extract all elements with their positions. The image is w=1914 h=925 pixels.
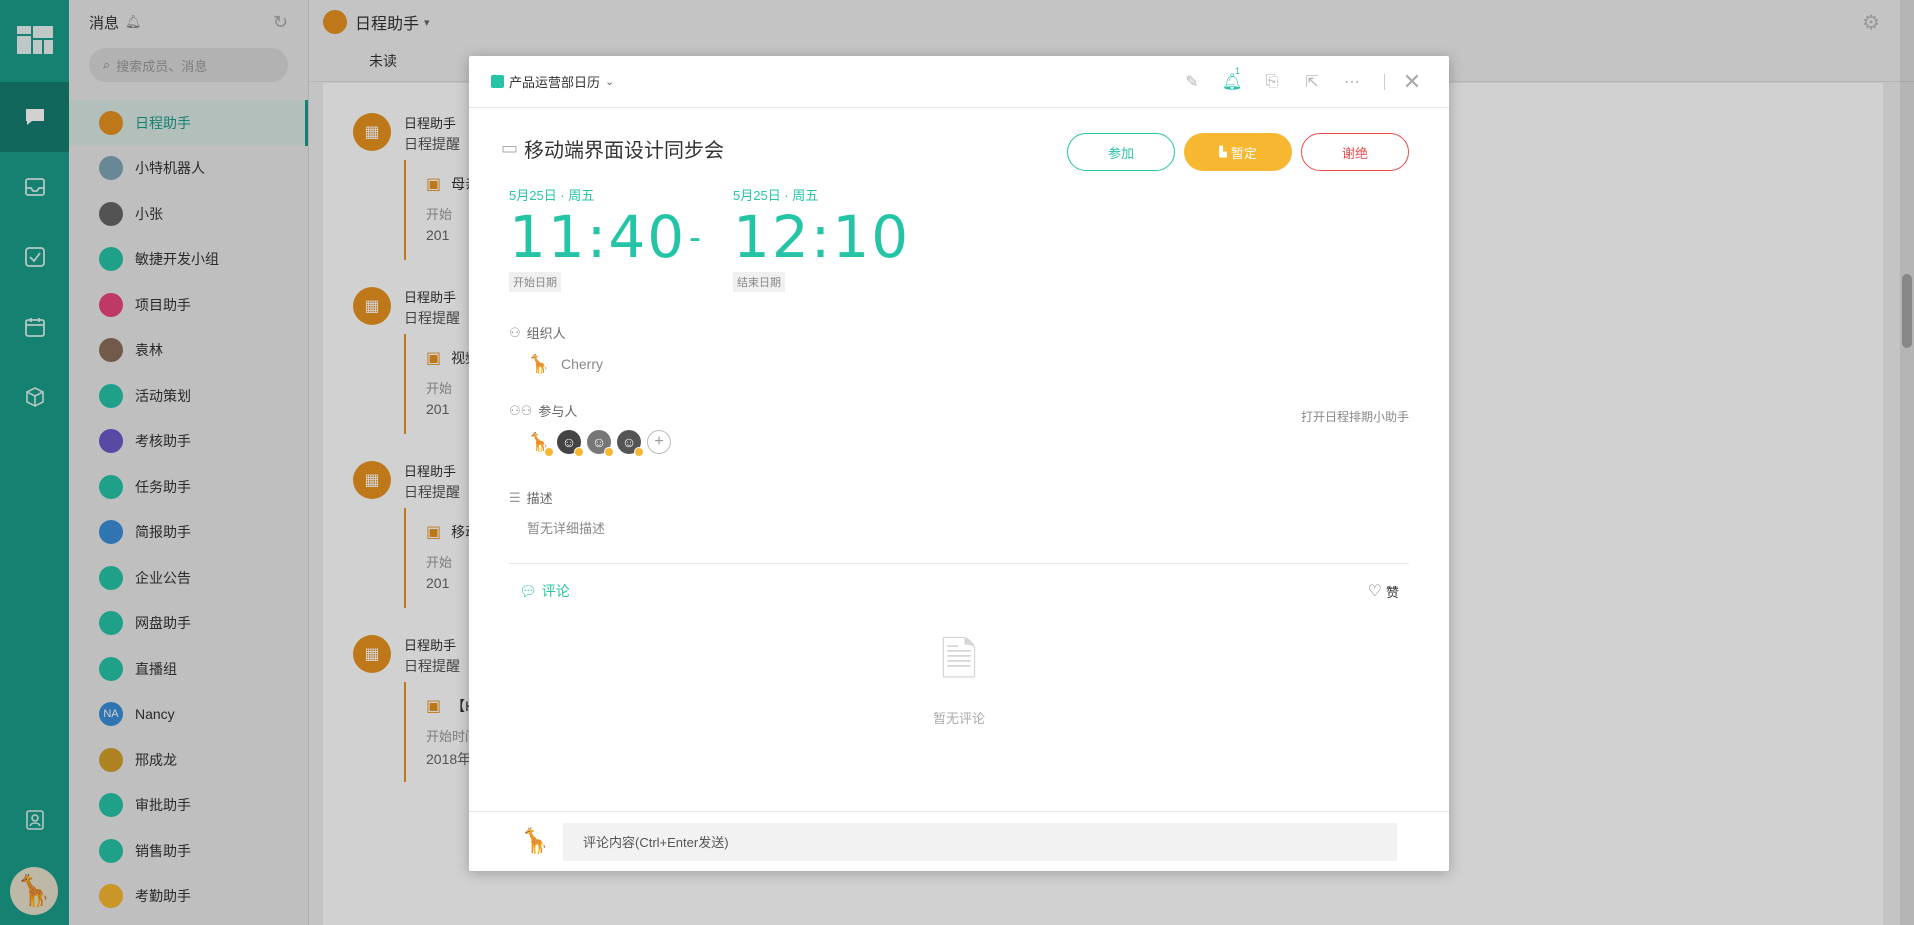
more-icon[interactable]: ⋯: [1332, 72, 1372, 92]
organizer-section-label: ⚇ 组织人: [509, 323, 566, 342]
tentative-button[interactable]: ▙ 暂定: [1184, 133, 1292, 171]
end-time[interactable]: 12:10: [733, 204, 910, 270]
like-label: 赞: [1385, 584, 1399, 600]
participants-section-label: ⚇⚇ 参与人: [509, 401, 577, 420]
participants-label: 参与人: [538, 404, 578, 419]
status-badge: [544, 447, 554, 457]
empty-comments-text: 暂无评论: [932, 711, 985, 726]
tentative-label: 暂定: [1230, 145, 1257, 161]
end-date-label: 5月25日 · 周五: [733, 188, 819, 203]
comment-input[interactable]: 评论内容(Ctrl+Enter发送): [563, 822, 1397, 861]
calendar-color-swatch: [491, 75, 504, 88]
empty-document-icon: 🗎︎: [940, 633, 978, 685]
chevron-down-icon[interactable]: ⌄: [605, 75, 614, 88]
participant-avatar[interactable]: 🦒: [527, 430, 554, 457]
time-separator: -: [689, 216, 701, 257]
group-icon: ⚇⚇: [509, 402, 533, 418]
end-tag: 结束日期: [733, 272, 785, 292]
status-badge: [634, 447, 644, 457]
event-title-row: ▭ 移动端界面设计同步会: [501, 134, 724, 163]
participant-list: 🦒 ☺ ☺ ☺ +: [527, 430, 671, 457]
decline-button[interactable]: 谢绝: [1301, 133, 1409, 171]
reminder-bell-icon[interactable]: 🔔︎ 1: [1212, 66, 1252, 92]
start-block: 5月25日 · 周五 11:40 开始日期: [509, 185, 686, 292]
end-block: 5月25日 · 周五 12:10 结束日期: [733, 185, 910, 292]
event-detail-dialog: 产品运营部日历 ⌄ ✎ 🔔︎ 1 ⎘ ⇱ ⋯ ✕ ▭ 移动端界面设计同步会 参加 …: [469, 56, 1449, 871]
like-button[interactable]: ♡ 赞: [1368, 581, 1399, 601]
participant-avatar[interactable]: ☺: [557, 430, 584, 457]
calendar-icon: ▭: [501, 138, 519, 158]
person-icon: ⚇: [509, 324, 521, 340]
add-participant-button[interactable]: +: [647, 430, 671, 454]
start-time[interactable]: 11:40: [509, 204, 686, 270]
dialog-header: 产品运营部日历 ⌄ ✎ 🔔︎ 1 ⎘ ⇱ ⋯ ✕: [469, 56, 1449, 108]
join-button[interactable]: 参加: [1067, 133, 1175, 171]
tentative-icon: ▙: [1219, 146, 1227, 158]
description-value: 暂无详细描述: [527, 521, 606, 536]
reminder-count: 1: [1234, 66, 1240, 76]
description-section-label: ☰ 描述: [509, 488, 553, 507]
attachment-icon[interactable]: ⎘: [1252, 73, 1292, 91]
comment-tab-label: 评论: [541, 583, 570, 599]
organizer-row: 🦒 Cherry: [527, 352, 603, 376]
text-lines-icon: ☰: [509, 489, 521, 505]
participant-avatar[interactable]: ☺: [617, 430, 644, 457]
event-title: 移动端界面设计同步会: [524, 140, 725, 162]
organizer-name[interactable]: Cherry: [561, 356, 603, 372]
calendar-selector[interactable]: 产品运营部日历: [509, 72, 600, 91]
section-divider: [509, 563, 1409, 564]
empty-comments: 🗎︎ 暂无评论: [469, 626, 1449, 727]
dialog-toolbar: ✎ 🔔︎ 1 ⎘ ⇱ ⋯ ✕: [1172, 56, 1427, 108]
status-badge: [604, 447, 614, 457]
schedule-helper-link[interactable]: 打开日程排期小助手: [1301, 408, 1409, 425]
comment-icon: 💬︎: [519, 582, 537, 599]
comment-composer: 🦒 评论内容(Ctrl+Enter发送): [469, 811, 1449, 871]
start-date-label: 5月25日 · 周五: [509, 188, 595, 203]
heart-icon: ♡: [1367, 583, 1382, 600]
organizer-label: 组织人: [526, 326, 566, 341]
start-tag: 开始日期: [509, 272, 561, 292]
participant-avatar[interactable]: ☺: [587, 430, 614, 457]
comment-tab[interactable]: 💬︎ 评论: [519, 581, 570, 601]
status-badge: [574, 447, 584, 457]
composer-avatar: 🦒: [520, 828, 550, 855]
close-icon[interactable]: ✕: [1397, 69, 1427, 95]
organizer-avatar: 🦒: [527, 353, 551, 374]
description-label: 描述: [526, 491, 553, 506]
toolbar-divider: [1384, 74, 1385, 90]
edit-icon[interactable]: ✎: [1172, 72, 1212, 92]
share-icon[interactable]: ⇱: [1292, 72, 1332, 92]
